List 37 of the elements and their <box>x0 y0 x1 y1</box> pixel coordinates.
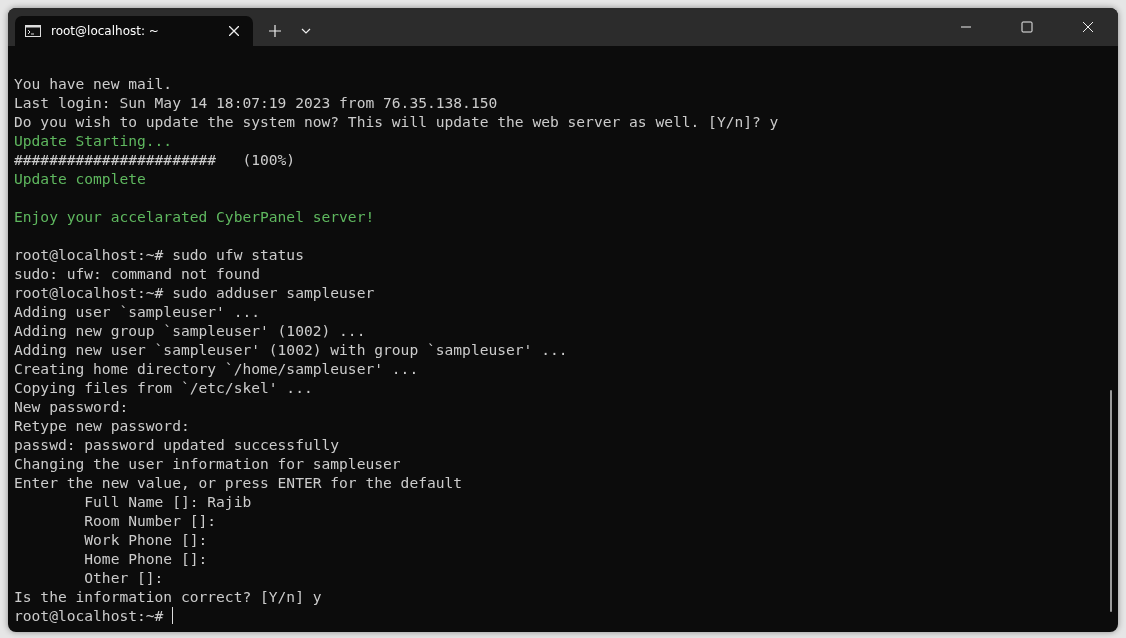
maximize-icon[interactable] <box>1021 21 1033 33</box>
terminal-output-line: Copying files from `/etc/skel' ... <box>14 378 313 397</box>
terminal-output-line: sudo: ufw: command not found <box>14 264 260 283</box>
terminal-output-line: Work Phone []: <box>83 530 208 549</box>
terminal-output-line: Room Number []: <box>83 511 217 530</box>
terminal-tab[interactable]: root@localhost: ~ <box>15 16 253 46</box>
text-cursor <box>172 607 174 624</box>
terminal-output-line: Update Starting... <box>14 131 173 150</box>
terminal-output-line: Update complete <box>14 169 146 188</box>
terminal-output-line: Last login: Sun May 14 18:07:19 2023 from 76.35.138.150 <box>14 93 498 112</box>
terminal-output-line: passwd: password updated successfully <box>14 435 340 454</box>
terminal-output-line: You have new mail. <box>14 74 173 93</box>
terminal-output-line: Is the information correct? [Y/n] y <box>14 587 322 606</box>
terminal-output-line: Adding user `sampleuser' ... <box>14 302 260 321</box>
terminal-output-line: Full Name []: Rajib <box>83 492 252 511</box>
close-icon[interactable] <box>229 26 239 36</box>
terminal-output-line: root@localhost:~# sudo ufw status <box>14 245 304 264</box>
terminal-output-line: Do you wish to update the system now? This will update the web server as well. [Y/n]? y <box>14 112 779 131</box>
terminal-output-line: New password: <box>14 397 129 416</box>
terminal-output-line: Adding new group `sampleuser' (1002) ... <box>14 321 366 340</box>
terminal-output-line: Enjoy your accelarated CyberPanel server! <box>14 207 375 226</box>
terminal-output-line: Home Phone []: <box>83 549 208 568</box>
close-icon[interactable] <box>1082 21 1094 33</box>
terminal-output-line: Creating home directory `/home/sampleuser' ... <box>14 359 419 378</box>
terminal-output-line: Changing the user information for sampleuser <box>14 454 401 473</box>
terminal-output-line: Adding new user `sampleuser' (1002) with group `sampleuser' ... <box>14 340 568 359</box>
terminal-output-line: Retype new password: <box>14 416 190 435</box>
terminal-output-line: ####################### (100%) <box>14 150 296 169</box>
tab-title: root@localhost: ~ <box>51 24 160 38</box>
terminal-output-line: root@localhost:~# sudo adduser sampleuser <box>14 283 375 302</box>
chevron-down-icon[interactable] <box>301 28 311 34</box>
terminal-output-line: Enter the new value, or press ENTER for the default <box>14 473 463 492</box>
scrollbar-thumb[interactable] <box>1110 390 1112 612</box>
terminal-prompt: root@localhost:~# <box>14 606 164 625</box>
plus-icon[interactable] <box>269 25 281 37</box>
terminal-output-line: Other []: <box>83 568 164 587</box>
terminal-icon <box>25 25 41 37</box>
